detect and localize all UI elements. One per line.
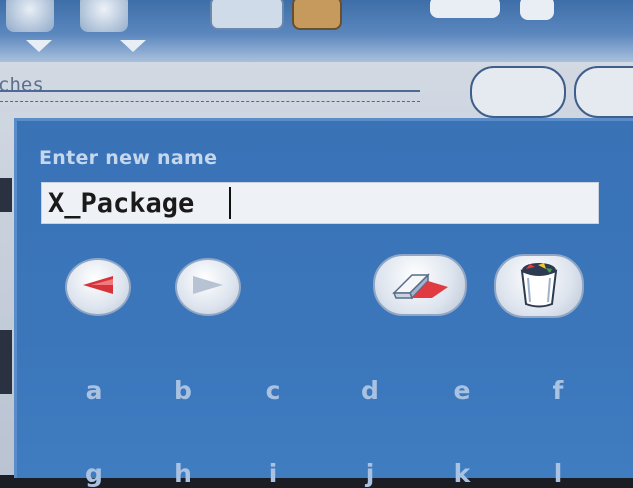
toolbar-tool-box[interactable] [292, 0, 342, 30]
background-pill-button[interactable] [574, 66, 633, 118]
name-input[interactable] [41, 182, 599, 224]
text-caret [229, 187, 231, 219]
app-toolbar [0, 0, 633, 62]
key-b[interactable]: b [163, 376, 203, 405]
key-j[interactable]: j [350, 459, 390, 488]
cursor-right-button[interactable] [175, 258, 241, 316]
key-e[interactable]: e [442, 376, 482, 405]
background-edge [0, 178, 12, 212]
dropdown-arrow-icon[interactable] [120, 40, 146, 52]
key-d[interactable]: d [350, 376, 390, 405]
cursor-left-button[interactable] [65, 258, 131, 316]
key-f[interactable]: f [538, 376, 578, 405]
dropdown-arrow-icon[interactable] [26, 40, 52, 52]
key-k[interactable]: k [442, 459, 482, 488]
toolbar-tool-5[interactable] [430, 0, 500, 18]
toolbar-tool-6[interactable] [520, 0, 554, 20]
trash-bin-icon [516, 260, 562, 312]
key-a[interactable]: a [74, 376, 114, 405]
key-c[interactable]: c [253, 376, 293, 405]
delete-button[interactable] [494, 254, 584, 318]
background-edge [0, 330, 12, 394]
key-i[interactable]: i [253, 459, 293, 488]
background-pill-button[interactable] [470, 66, 566, 118]
left-arrow-icon [81, 274, 115, 300]
background-ruler [0, 90, 420, 102]
right-arrow-icon [191, 274, 225, 300]
key-l[interactable]: l [538, 459, 578, 488]
dialog-title: Enter new name [39, 147, 218, 169]
key-h[interactable]: h [163, 459, 203, 488]
erase-button[interactable] [373, 254, 467, 316]
toolbar-tool-package[interactable] [210, 0, 284, 30]
rename-dialog: Enter new name X_Package a b c d e f g h… [14, 118, 633, 488]
eraser-icon [388, 265, 452, 305]
toolbar-tool-check[interactable] [6, 0, 54, 32]
key-g[interactable]: g [74, 459, 114, 488]
toolbar-tool-ball[interactable] [80, 0, 128, 32]
